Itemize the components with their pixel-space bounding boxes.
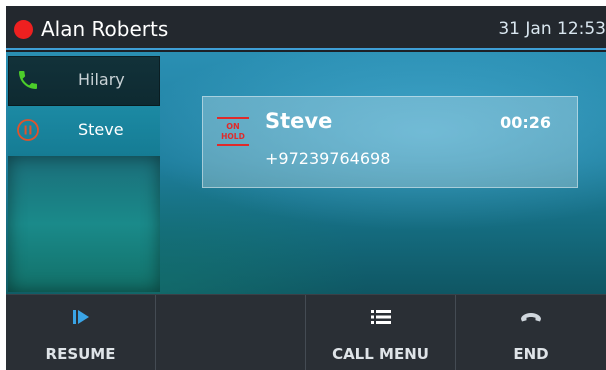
caller-number: +97239764698 bbox=[265, 149, 391, 168]
resume-icon bbox=[72, 310, 89, 324]
call-list-empty-area bbox=[8, 156, 160, 292]
call-list-item-label: Steve bbox=[78, 120, 124, 139]
date-time: 31 Jan 12:53 bbox=[498, 19, 606, 39]
end-call-icon bbox=[521, 313, 541, 322]
on-hold-icon: ON HOLD bbox=[217, 117, 249, 146]
phone-icon bbox=[19, 71, 37, 89]
status-bar: Alan Roberts 31 Jan 12:53 bbox=[6, 6, 606, 50]
resume-button[interactable]: RESUME bbox=[6, 295, 156, 370]
end-call-button[interactable]: END bbox=[456, 295, 606, 370]
on-hold-badge-line2: HOLD bbox=[221, 132, 245, 141]
call-details-card: ON HOLD Steve +97239764698 00:26 bbox=[202, 96, 578, 188]
call-list-item-hilary[interactable]: Hilary bbox=[8, 56, 160, 106]
on-hold-badge-line1: ON bbox=[226, 122, 240, 131]
call-duration: 00:26 bbox=[500, 113, 551, 132]
resume-label: RESUME bbox=[45, 345, 116, 363]
empty-softkey[interactable] bbox=[156, 295, 306, 370]
softkey-bar: RESUME CALL MENU END bbox=[6, 294, 606, 370]
end-call-label: END bbox=[513, 345, 549, 363]
menu-list-icon bbox=[370, 310, 391, 324]
presence-status-icon bbox=[14, 20, 33, 39]
phone-screen: Alan Roberts 31 Jan 12:53 Hilary Steve O… bbox=[6, 6, 606, 370]
user-name: Alan Roberts bbox=[41, 17, 169, 41]
main-area: Hilary Steve ON HOLD Steve +97239764698 … bbox=[6, 52, 606, 294]
call-list-item-label: Hilary bbox=[78, 70, 125, 89]
caller-name: Steve bbox=[265, 109, 333, 133]
call-menu-label: CALL MENU bbox=[332, 345, 429, 363]
call-list: Hilary Steve bbox=[6, 52, 162, 294]
pause-circle-icon bbox=[17, 119, 39, 141]
call-list-item-steve[interactable]: Steve bbox=[8, 106, 160, 156]
call-menu-button[interactable]: CALL MENU bbox=[306, 295, 456, 370]
